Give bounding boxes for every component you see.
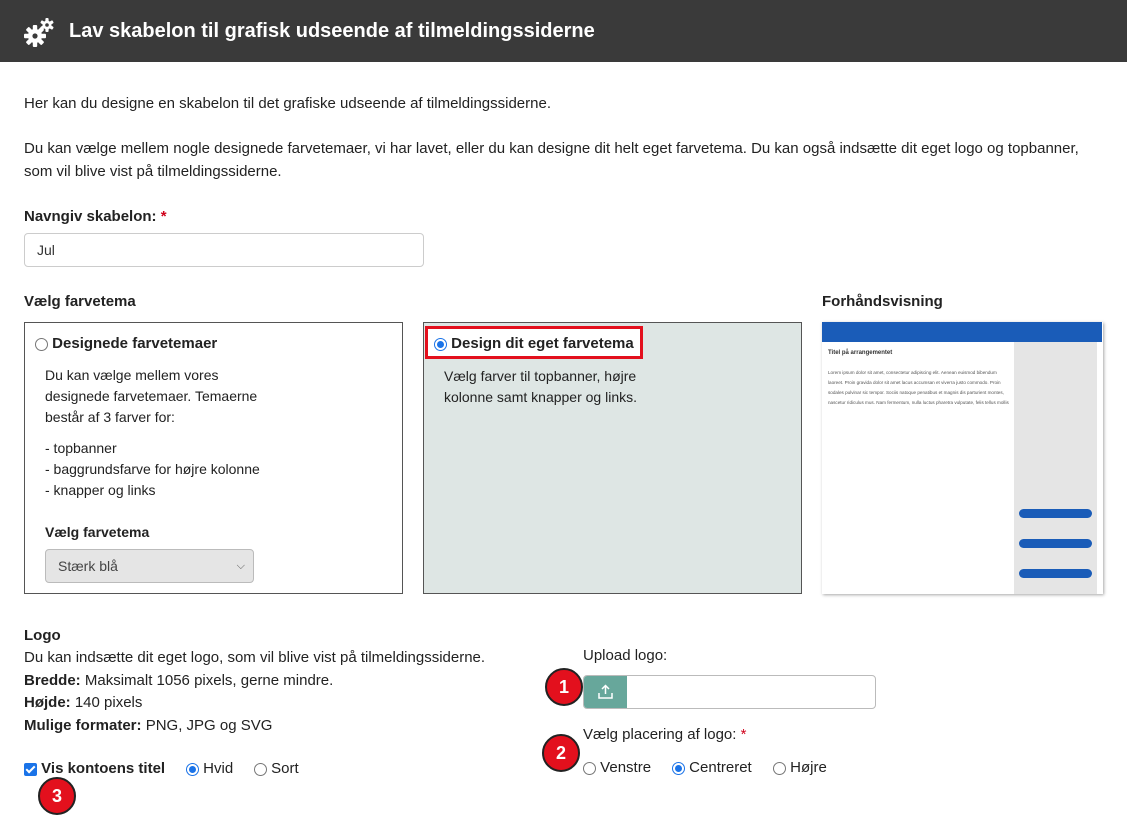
title-color-black-radio[interactable] (254, 762, 267, 776)
logo-height: Højde: 140 pixels (24, 694, 143, 711)
theme-preview: Titel på arrangementet Lorem ipsum dolor… (822, 322, 1103, 594)
required-mark: * (160, 208, 167, 225)
page-title: Lav skabelon til grafisk udseende af til… (69, 20, 595, 42)
upload-button[interactable] (584, 676, 627, 708)
preview-title: Titel på arrangementet (828, 350, 893, 356)
annotation-badge-1: 1 (545, 668, 583, 706)
placement-right-radio[interactable] (773, 761, 786, 775)
custom-theme-radio[interactable] (434, 337, 447, 351)
intro-text-1: Her kan du designe en skabelon til det g… (24, 95, 551, 112)
preview-banner (822, 322, 1102, 342)
logo-heading: Logo (24, 627, 61, 644)
logo-formats: Mulige formater: PNG, JPG og SVG (24, 717, 273, 734)
designed-themes-bullets: - topbanner - baggrundsfarve for højre k… (45, 440, 260, 498)
show-account-title-checkbox[interactable] (24, 762, 37, 776)
annotation-badge-2: 2 (542, 734, 580, 772)
show-account-title-option[interactable]: Vis kontoens titel (24, 760, 165, 777)
preview-button (1019, 569, 1092, 578)
logo-description: Du kan indsætte dit eget logo, som vil b… (24, 649, 486, 666)
intro-text-2a: Du kan vælge mellem nogle designede farv… (24, 140, 1079, 157)
intro-text-2b: som vil blive vist på tilmeldingssiderne… (24, 163, 282, 180)
placement-center-radio[interactable] (672, 761, 685, 775)
placement-center-option[interactable]: Centreret (672, 759, 752, 776)
gears-icon (24, 18, 54, 47)
chevron-down-icon: ⌵ (236, 560, 245, 572)
template-name-label: Navngiv skabelon: * (24, 208, 167, 225)
custom-theme-panel: Design dit eget farvetema Vælg farver ti… (423, 322, 802, 594)
preview-right-column (1014, 342, 1097, 594)
placement-left-option[interactable]: Venstre (583, 759, 651, 776)
upload-icon (598, 684, 613, 699)
designed-themes-option[interactable]: Designede farvetemaer (35, 335, 217, 352)
template-name-input[interactable]: Jul (24, 233, 424, 267)
theme-select-label: Vælg farvetema (45, 524, 150, 540)
placement-right-option[interactable]: Højre (773, 759, 827, 776)
page-header: Lav skabelon til grafisk udseende af til… (0, 0, 1127, 62)
required-mark: * (740, 726, 747, 743)
theme-section-label: Vælg farvetema (24, 293, 136, 310)
annotation-badge-3: 3 (38, 777, 76, 815)
title-color-white-option[interactable]: Hvid (186, 760, 233, 777)
title-color-white-radio[interactable] (186, 762, 199, 776)
designed-themes-radio[interactable] (35, 337, 48, 351)
preview-label: Forhåndsvisning (822, 293, 943, 310)
custom-theme-description: Vælg farver til topbanner, højre kolonne… (444, 368, 637, 405)
upload-logo-field[interactable] (583, 675, 876, 709)
title-color-black-option[interactable]: Sort (254, 760, 299, 777)
upload-logo-label: Upload logo: (583, 647, 668, 664)
preview-button (1019, 539, 1092, 548)
logo-placement-label: Vælg placering af logo: * (583, 726, 747, 743)
custom-theme-option[interactable]: Design dit eget farvetema (434, 335, 634, 352)
preview-button (1019, 509, 1092, 518)
designed-themes-panel: Designede farvetemaer Du kan vælge melle… (24, 322, 403, 594)
designed-themes-description: Du kan vælge mellem vores designede farv… (45, 367, 258, 425)
placement-left-radio[interactable] (583, 761, 596, 775)
theme-select[interactable]: Stærk blå ⌵ (45, 549, 254, 583)
logo-width: Bredde: Maksimalt 1056 pixels, gerne min… (24, 672, 334, 689)
preview-body: Lorem ipsum dolor sit amet, consectetur … (828, 370, 1009, 405)
